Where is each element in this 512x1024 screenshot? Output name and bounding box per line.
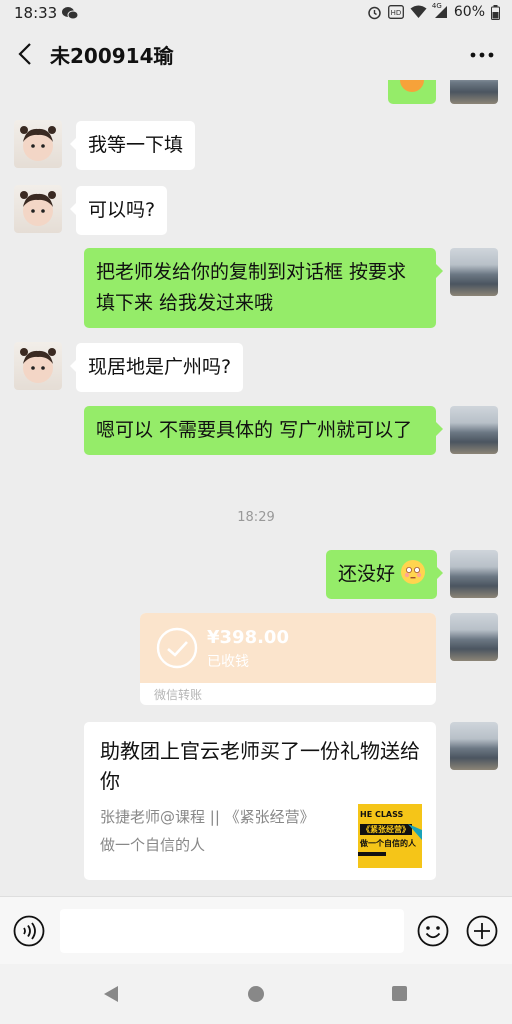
nav-recent-apps-icon[interactable] — [392, 986, 407, 1001]
bubble-tail — [436, 264, 443, 278]
chat-title: 未200914瑜 — [50, 44, 174, 68]
avatar-self[interactable] — [450, 613, 498, 661]
baby-avatar-image — [20, 191, 56, 226]
bubble-tail — [436, 422, 443, 436]
transfer-label: 微信转账 — [154, 688, 203, 702]
message-text: 我等一下填 — [88, 134, 184, 156]
transfer-card[interactable]: ¥398.00 已收钱 微信转账 — [140, 613, 436, 705]
thumb-decoration — [358, 824, 422, 856]
avatar-self[interactable] — [450, 248, 498, 296]
message-bubble[interactable]: 还没好 — [326, 550, 438, 599]
more-actions-icon[interactable] — [466, 915, 498, 947]
network-type: 4G — [431, 2, 442, 10]
gift-title: 助教团上官云老师买了一份礼物送给你 — [100, 739, 420, 793]
status-icons: HD 4G 60% — [367, 2, 500, 20]
message-bubble[interactable]: 嗯可以 不需要具体的 写广州就可以了 — [84, 406, 436, 455]
voice-input-icon[interactable] — [13, 915, 45, 947]
svg-text:HD: HD — [391, 9, 402, 17]
more-icon[interactable] — [470, 52, 494, 58]
flushed-face-emoji — [401, 560, 426, 584]
chat-area[interactable]: 我等一下填 可以吗? 把老师发给你的复制到对话框 按要求填下来 给我发过来哦 现… — [0, 80, 512, 896]
message-text: 嗯可以 不需要具体的 写广州就可以了 — [96, 419, 413, 441]
nav-home-icon[interactable] — [248, 986, 264, 1002]
chat-header: 未200914瑜 — [0, 28, 512, 80]
message-text: 可以吗? — [88, 199, 156, 221]
avatar-contact[interactable] — [14, 185, 62, 233]
avatar-self[interactable] — [450, 406, 498, 454]
transfer-amount: ¥398.00 — [207, 627, 289, 648]
gift-description: 张捷老师@课程 || 《紧张经营》 — [100, 808, 315, 826]
message-bubble[interactable]: 可以吗? — [76, 186, 168, 235]
battery-icon — [491, 4, 500, 20]
status-time: 18:33 — [14, 4, 58, 22]
back-arrow-icon[interactable] — [14, 40, 38, 68]
hd-icon: HD — [387, 5, 404, 19]
avatar-self[interactable] — [450, 722, 498, 770]
message-bubble[interactable]: 现居地是广州吗? — [76, 343, 244, 392]
emoji-icon — [400, 80, 424, 92]
baby-avatar-image — [20, 126, 56, 161]
transfer-header: ¥398.00 已收钱 — [140, 613, 436, 683]
transfer-status: 已收钱 — [207, 654, 249, 670]
wechat-icon — [62, 7, 78, 20]
gift-card[interactable]: 助教团上官云老师买了一份礼物送给你 张捷老师@课程 || 《紧张经营》 做一个自… — [84, 722, 436, 880]
battery-level: 60% — [453, 4, 485, 20]
message-bubble[interactable]: 我等一下填 — [76, 121, 196, 170]
avatar-contact[interactable] — [14, 342, 62, 390]
avatar-self[interactable] — [450, 550, 498, 598]
input-bar — [0, 896, 512, 965]
check-circle-icon — [156, 627, 198, 669]
alarm-icon — [368, 6, 381, 19]
bubble-tail — [436, 566, 443, 580]
message-input[interactable] — [60, 909, 404, 953]
wifi-icon — [410, 5, 427, 18]
message-text: 现居地是广州吗? — [88, 356, 232, 378]
gift-thumbnail: HE CLASS 《紧张经营》 做一个自信的人 — [358, 804, 422, 868]
message-bubble-partial — [388, 80, 436, 104]
message-text: 把老师发给你的复制到对话框 按要求填下来 给我发过来哦 — [96, 261, 407, 314]
message-text: 还没好 — [338, 563, 396, 585]
avatar-self[interactable] — [450, 80, 498, 104]
message-bubble[interactable]: 把老师发给你的复制到对话框 按要求填下来 给我发过来哦 — [84, 248, 436, 328]
emoji-picker-icon[interactable] — [417, 915, 449, 947]
nav-back-icon[interactable] — [102, 985, 120, 1003]
status-bar: 18:33 HD 4G 60% — [0, 0, 512, 28]
timestamp: 18:29 — [237, 510, 275, 525]
gift-subtitle: 做一个自信的人 — [100, 836, 206, 854]
baby-avatar-image — [20, 348, 56, 383]
system-nav-bar — [0, 964, 512, 1024]
avatar-contact[interactable] — [14, 120, 62, 168]
